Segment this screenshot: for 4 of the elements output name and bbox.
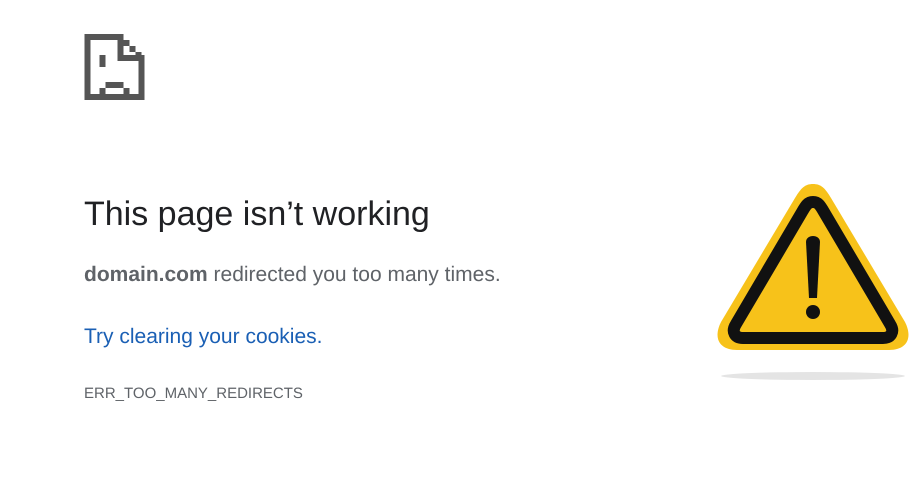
error-title: This page isn’t working <box>84 194 431 235</box>
clear-cookies-link[interactable]: Try clearing your cookies. <box>84 325 322 348</box>
error-code: ERR_TOO_MANY_REDIRECTS <box>84 384 304 404</box>
error-message: domain.com redirected you too many times. <box>84 262 502 288</box>
